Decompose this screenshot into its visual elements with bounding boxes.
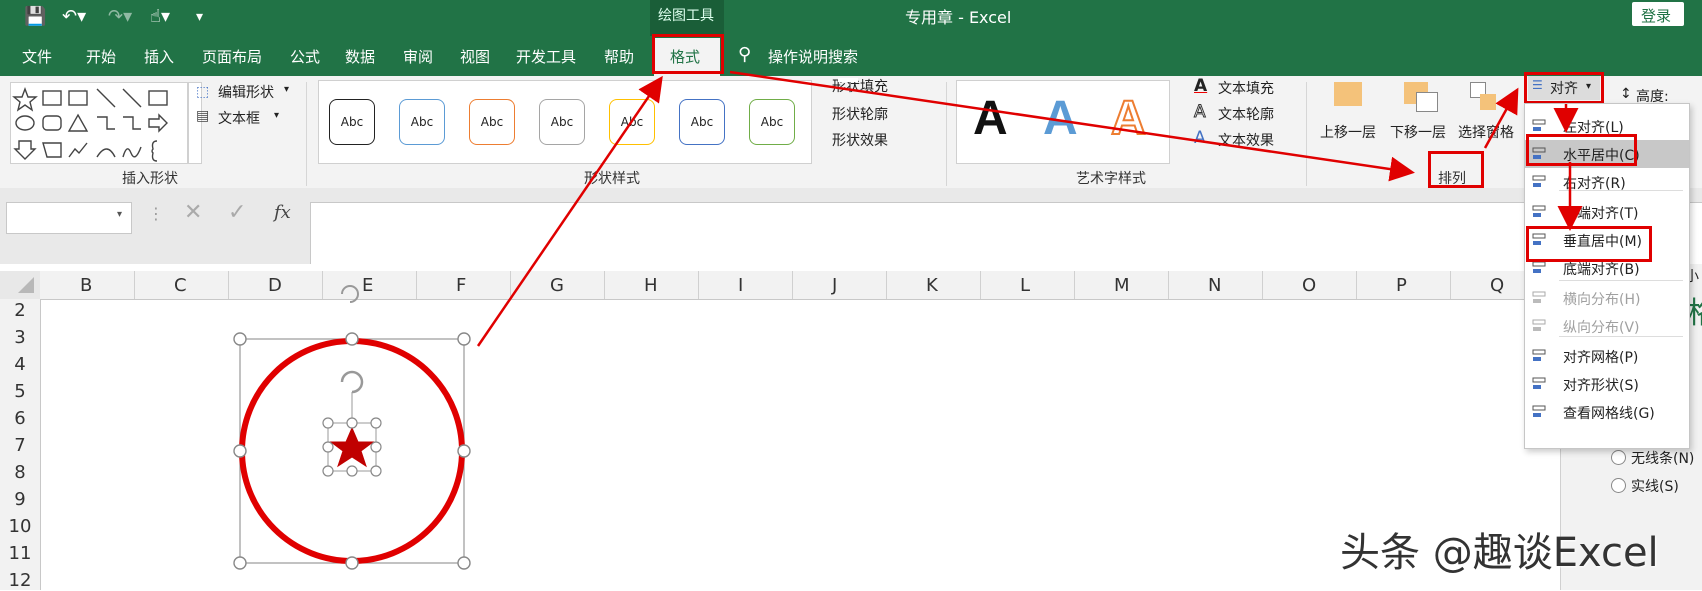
annotation-arrows <box>476 70 1583 347</box>
watermark-text: 头条 @趣谈Excel <box>1340 530 1659 576</box>
